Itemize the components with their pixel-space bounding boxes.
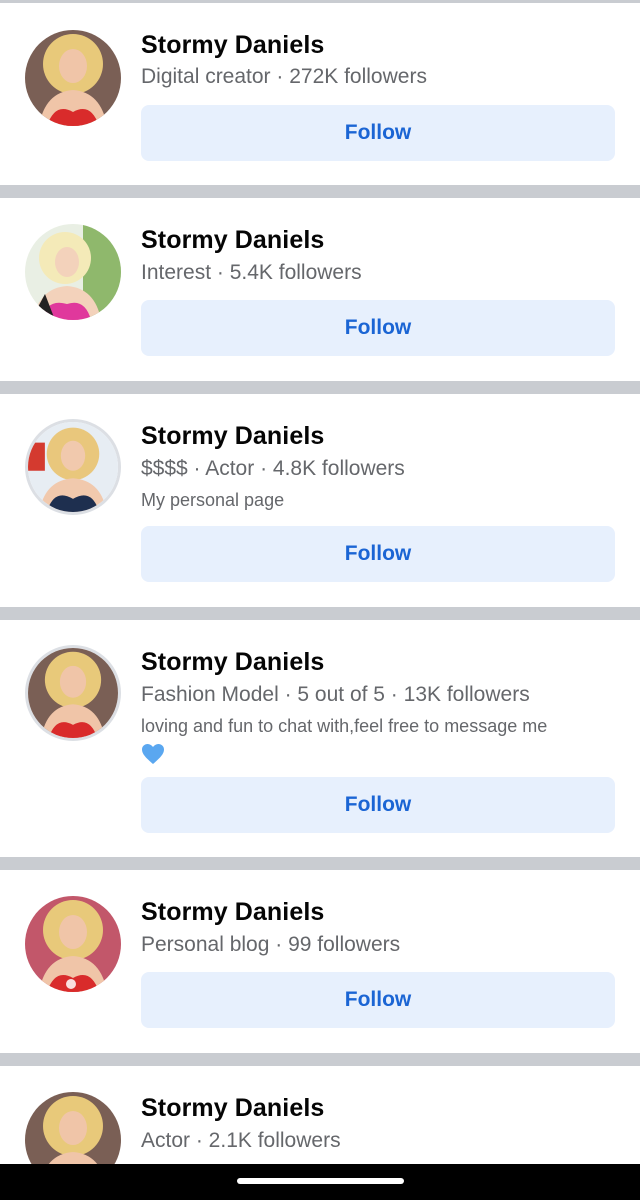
page-bio: loving and fun to chat with,feel free to…: [141, 713, 621, 767]
result-card[interactable]: Stormy Daniels Fashion Model · 5 out of …: [0, 620, 640, 857]
avatar[interactable]: [25, 645, 121, 741]
profile-photo-icon: [28, 422, 118, 512]
avatar[interactable]: [25, 896, 121, 992]
page-meta: Personal blog · 99 followers: [141, 933, 401, 956]
page-meta: Interest · 5.4K followers: [141, 261, 362, 284]
profile-photo-icon: [25, 224, 121, 320]
result-card[interactable]: Stormy Daniels Digital creator · 272K fo…: [0, 3, 640, 185]
system-navigation-bar: [0, 1164, 640, 1200]
follow-button[interactable]: Follow: [141, 526, 615, 582]
follow-button[interactable]: Follow: [141, 972, 615, 1028]
profile-photo-icon: [25, 30, 121, 126]
page-name[interactable]: Stormy Daniels: [141, 898, 324, 927]
page-meta: Fashion Model · 5 out of 5 · 13K followe…: [141, 683, 530, 706]
page-name[interactable]: Stormy Daniels: [141, 31, 324, 60]
page-name[interactable]: Stormy Daniels: [141, 648, 324, 677]
page-meta: Digital creator · 272K followers: [141, 65, 427, 88]
blue-heart-emoji-icon: [142, 744, 164, 765]
profile-photo-icon: [25, 896, 121, 992]
profile-photo-icon: [28, 648, 118, 738]
page-name[interactable]: Stormy Daniels: [141, 226, 324, 255]
follow-button[interactable]: Follow: [141, 300, 615, 356]
avatar[interactable]: [25, 224, 121, 320]
page-meta: Actor · 2.1K followers: [141, 1129, 341, 1152]
page-bio-text: loving and fun to chat with,feel free to…: [141, 716, 548, 736]
result-card[interactable]: Stormy Daniels $$$$ · Actor · 4.8K follo…: [0, 394, 640, 607]
page-name[interactable]: Stormy Daniels: [141, 422, 324, 451]
gesture-bar-icon[interactable]: [237, 1178, 404, 1184]
avatar[interactable]: [25, 30, 121, 126]
page-name[interactable]: Stormy Daniels: [141, 1094, 324, 1123]
avatar[interactable]: [25, 419, 121, 515]
follow-button[interactable]: Follow: [141, 777, 615, 833]
page-meta: $$$$ · Actor · 4.8K followers: [141, 457, 405, 480]
result-card[interactable]: Stormy Daniels Personal blog · 99 follow…: [0, 870, 640, 1053]
result-card[interactable]: Stormy Daniels Interest · 5.4K followers…: [0, 198, 640, 381]
page-bio: My personal page: [141, 490, 285, 510]
follow-button[interactable]: Follow: [141, 105, 615, 161]
